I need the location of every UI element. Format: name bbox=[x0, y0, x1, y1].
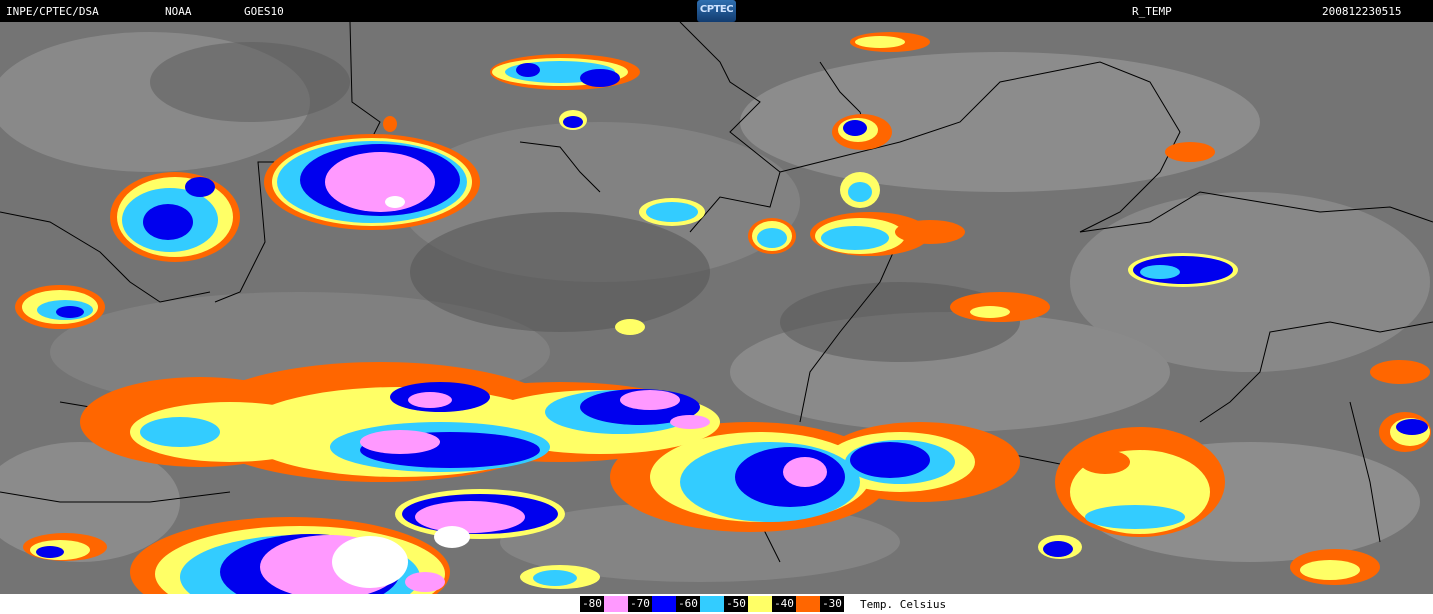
temperature-legend: -80 -70 -60 -50 -40 -30 Temp. Celsius bbox=[0, 594, 1433, 614]
legend-unit-label: Temp. Celsius bbox=[860, 598, 947, 611]
cell-2 bbox=[110, 172, 240, 262]
product-label: R_TEMP bbox=[1132, 5, 1172, 18]
cell-9 bbox=[15, 285, 105, 329]
legend-label-4: -50 bbox=[724, 596, 748, 612]
legend-swatch-5 bbox=[796, 596, 820, 612]
cell-6 bbox=[748, 218, 796, 254]
cell-8 bbox=[1128, 253, 1238, 287]
cell-3 bbox=[490, 54, 640, 90]
legend-label-6: -30 bbox=[820, 596, 844, 612]
infrared-map bbox=[0, 22, 1433, 594]
legend-label-5: -40 bbox=[772, 596, 796, 612]
cptec-logo: CPTEC bbox=[697, 0, 736, 22]
cell-12 bbox=[23, 533, 107, 561]
cell-4 bbox=[559, 110, 587, 130]
legend-swatch-3 bbox=[700, 596, 724, 612]
cell-1 bbox=[264, 134, 480, 230]
agency-label: NOAA bbox=[165, 5, 192, 18]
legend-swatch-1 bbox=[604, 596, 628, 612]
satellite-label: GOES10 bbox=[244, 5, 284, 18]
source-label: INPE/CPTEC/DSA bbox=[6, 5, 99, 18]
legend-swatch-2 bbox=[652, 596, 676, 612]
legend-label-3: -60 bbox=[676, 596, 700, 612]
cell-15 bbox=[1379, 412, 1431, 452]
satellite-image bbox=[0, 22, 1433, 594]
cell-5 bbox=[639, 198, 705, 226]
cell-13 bbox=[520, 565, 600, 589]
timestamp-label: 200812230515 bbox=[1322, 5, 1402, 18]
image-header-bar: INPE/CPTEC/DSA NOAA GOES10 CPTEC R_TEMP … bbox=[0, 0, 1433, 22]
legend-label-2: -70 bbox=[628, 596, 652, 612]
legend-label-1: -80 bbox=[580, 596, 604, 612]
legend-swatch-4 bbox=[748, 596, 772, 612]
